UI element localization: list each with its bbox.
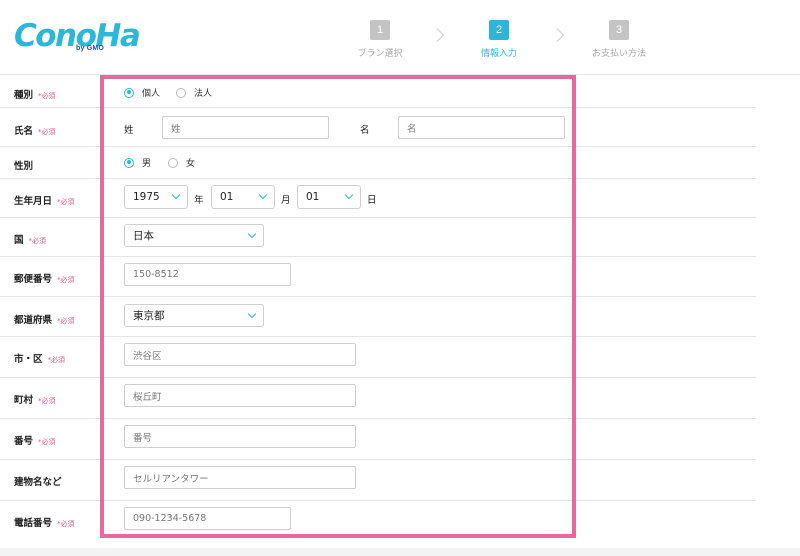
birth-day-select[interactable]: 01	[297, 185, 361, 209]
required-mark: *必須	[57, 198, 75, 206]
first-name-input[interactable]: 名	[398, 116, 565, 139]
field-label: 種別 *必須	[14, 90, 56, 101]
select-value: 東京都	[133, 310, 165, 322]
conoha-logo[interactable]: ConoHa by GMO	[14, 18, 141, 58]
step-number: 1	[370, 20, 390, 40]
required-mark: *必須	[38, 128, 56, 136]
phone-input[interactable]: 090-1234-5678	[124, 507, 291, 530]
logo-subtext: by GMO	[76, 45, 105, 52]
step-number: 2	[489, 20, 509, 40]
month-unit: 月	[281, 195, 291, 206]
field-label: 電話番号 *必須	[14, 518, 75, 529]
address-number-input[interactable]: 番号	[124, 425, 356, 448]
field-label: 国 *必須	[14, 235, 47, 246]
required-mark: *必須	[57, 317, 75, 325]
row-country: 国 *必須 日本	[0, 218, 756, 257]
step-label: お支払い方法	[591, 49, 646, 59]
radio-corporate[interactable]: 法人	[176, 86, 212, 99]
step-number: 3	[609, 20, 629, 40]
radio-empty-icon	[176, 87, 186, 98]
last-name-label: 姓	[124, 125, 134, 136]
required-mark: *必須	[47, 356, 66, 364]
step-label: 情報入力	[480, 49, 517, 59]
select-value: 01	[306, 191, 320, 203]
required-mark: *必須	[57, 520, 75, 528]
chevron-right-icon	[429, 27, 445, 43]
country-select[interactable]: 日本	[124, 224, 264, 247]
building-input[interactable]: セルリアンタワー	[124, 466, 356, 489]
step-info: 2 情報入力	[454, 20, 544, 59]
row-gender: 性別 男 女	[0, 147, 756, 179]
row-postal: 郵便番号 *必須 150-8512	[0, 257, 756, 297]
prefecture-select[interactable]: 東京都	[124, 304, 264, 327]
required-mark: *必須	[38, 397, 56, 405]
field-label: 町村 *必須	[14, 395, 56, 406]
chevron-right-icon	[549, 27, 565, 43]
year-unit: 年	[194, 195, 204, 206]
required-mark: *必須	[57, 276, 75, 284]
chevron-down-icon	[344, 190, 354, 200]
birth-year-select[interactable]: 1975	[124, 185, 188, 209]
radio-selected-icon	[124, 87, 134, 98]
radio-label: 女	[186, 159, 196, 169]
radio-empty-icon	[168, 157, 178, 168]
row-name: 氏名 *必須 姓 姓 名 名	[0, 108, 756, 147]
radio-male[interactable]: 男	[124, 156, 151, 169]
field-label: 市・区 *必須	[14, 354, 66, 365]
field-label: 都道府県 *必須	[14, 315, 75, 326]
radio-label: 個人	[142, 89, 161, 99]
page-bottom-strip	[0, 548, 800, 556]
chevron-down-icon	[171, 190, 181, 200]
radio-female[interactable]: 女	[168, 156, 195, 169]
birth-month-select[interactable]: 01	[211, 185, 275, 209]
town-input[interactable]: 桜丘町	[124, 384, 356, 407]
field-label: 番号 *必須	[14, 436, 56, 447]
required-mark: *必須	[38, 92, 56, 100]
header: ConoHa by GMO 1 プラン選択 2 情報入力 3 お支払い方法	[0, 0, 800, 75]
step-label: プラン選択	[357, 49, 403, 59]
row-birthdate: 生年月日 *必須 1975 年 01 月 01 日	[0, 179, 756, 218]
city-input[interactable]: 渋谷区	[124, 343, 356, 366]
radio-individual[interactable]: 個人	[124, 86, 160, 99]
first-name-label: 名	[360, 125, 370, 136]
last-name-input[interactable]: 姓	[162, 116, 329, 139]
postal-code-input[interactable]: 150-8512	[124, 263, 291, 286]
field-label: 生年月日 *必須	[14, 196, 75, 207]
chevron-down-icon	[247, 229, 257, 238]
row-prefecture: 都道府県 *必須 東京都	[0, 297, 756, 337]
step-payment: 3 お支払い方法	[574, 20, 664, 59]
field-label: 氏名 *必須	[14, 126, 56, 137]
select-value: 1975	[133, 191, 160, 203]
row-type: 種別 *必須 個人 法人	[0, 75, 756, 108]
row-city: 市・区 *必須 渋谷区	[0, 337, 756, 378]
row-building: 建物名など セルリアンタワー	[0, 460, 756, 501]
field-label: 建物名など	[14, 477, 62, 488]
field-label: 性別	[14, 161, 34, 172]
row-town: 町村 *必須 桜丘町	[0, 378, 756, 419]
row-phone: 電話番号 *必須 090-1234-5678	[0, 501, 756, 547]
chevron-down-icon	[258, 190, 268, 200]
select-value: 日本	[133, 230, 154, 242]
day-unit: 日	[367, 195, 377, 206]
required-mark: *必須	[38, 438, 56, 446]
chevron-down-icon	[247, 309, 257, 318]
radio-label: 法人	[194, 89, 213, 99]
radio-label: 男	[142, 159, 152, 169]
field-label: 郵便番号 *必須	[14, 274, 75, 285]
radio-selected-icon	[124, 157, 134, 168]
required-mark: *必須	[28, 237, 47, 245]
row-number: 番号 *必須 番号	[0, 419, 756, 460]
step-plan: 1 プラン選択	[335, 20, 425, 59]
select-value: 01	[220, 191, 234, 203]
